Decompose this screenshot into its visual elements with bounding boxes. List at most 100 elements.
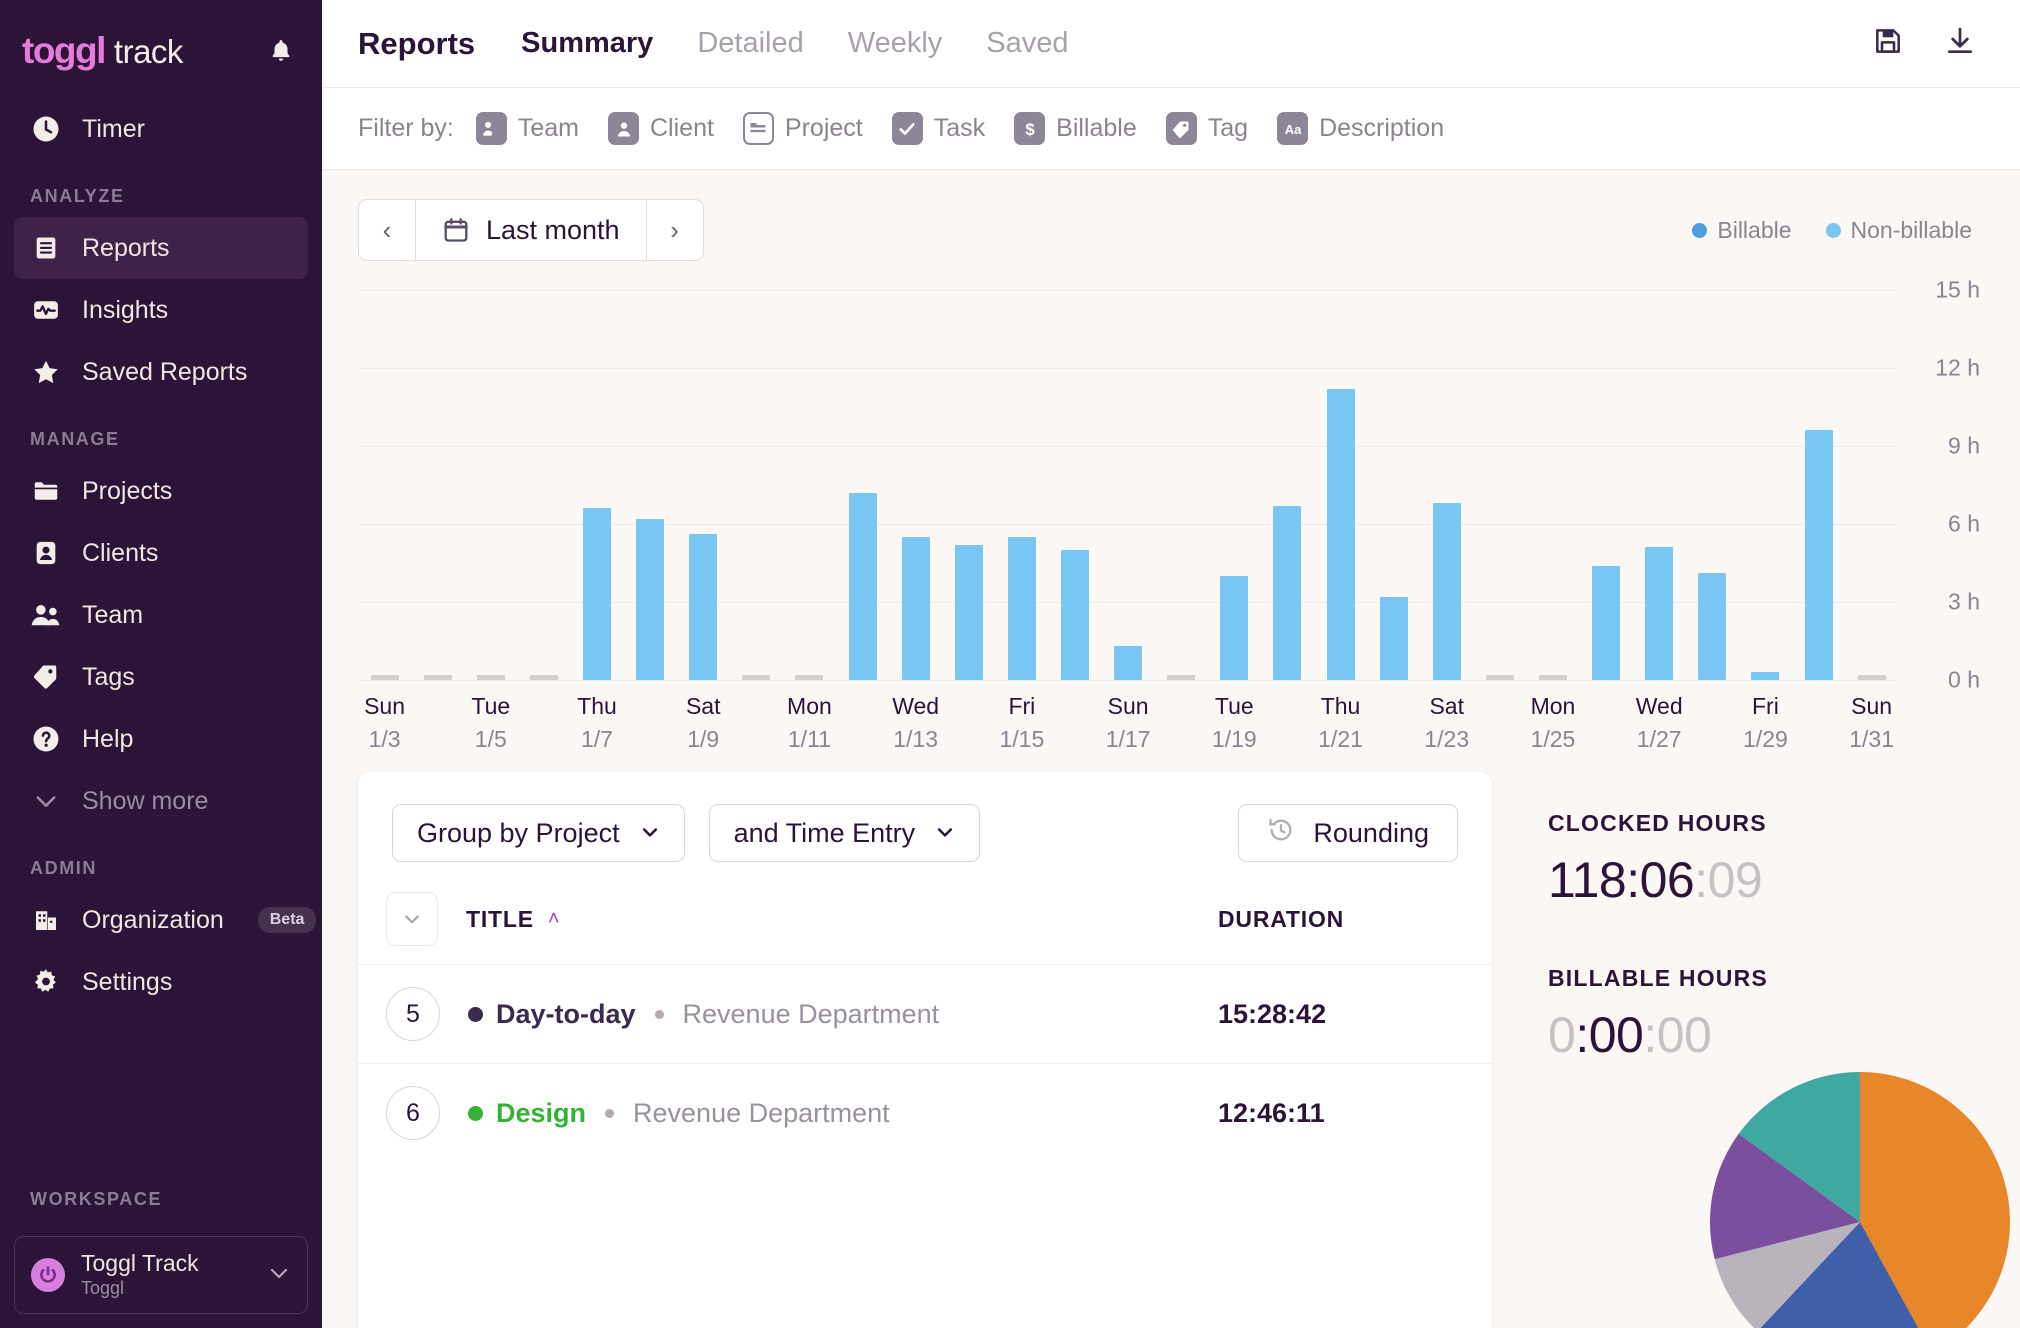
sidebar-item-organization[interactable]: Organization Beta bbox=[14, 889, 317, 951]
filter-description[interactable]: Aa Description bbox=[1277, 112, 1444, 145]
chart-bar[interactable] bbox=[582, 508, 611, 680]
x-tick-day bbox=[1473, 690, 1526, 723]
tab-weekly[interactable]: Weekly bbox=[848, 27, 943, 60]
x-tick-date: 1/19 bbox=[1211, 726, 1257, 753]
table-row[interactable]: 6 Design Revenue Department 12:46:11 bbox=[358, 1063, 1492, 1162]
legend-item-non-billable[interactable]: Non-billable bbox=[1825, 217, 1972, 244]
sidebar-item-settings[interactable]: Settings bbox=[14, 951, 308, 1013]
filter-bar: Filter by: Team Client Project Task $ Bi… bbox=[322, 88, 2020, 170]
chevron-down-icon bbox=[935, 818, 955, 849]
x-tick-day: Mon bbox=[787, 693, 832, 719]
filter-billable[interactable]: $ Billable bbox=[1014, 112, 1137, 145]
x-tick-date bbox=[1048, 723, 1101, 755]
workspace-switcher[interactable]: Toggl Track Toggl bbox=[14, 1236, 308, 1314]
x-tick bbox=[1473, 690, 1526, 756]
x-tick bbox=[411, 690, 464, 756]
sidebar-item-help[interactable]: Help bbox=[14, 708, 308, 770]
x-tick-date: 1/23 bbox=[1424, 726, 1470, 753]
bar-slot bbox=[570, 290, 623, 680]
tab-summary[interactable]: Summary bbox=[521, 27, 653, 60]
project-color-dot bbox=[468, 1006, 483, 1022]
filter-tag[interactable]: Tag bbox=[1165, 112, 1248, 145]
chart-bar[interactable] bbox=[1114, 646, 1143, 680]
sidebar-item-saved-reports[interactable]: Saved Reports bbox=[14, 341, 308, 403]
x-tick: Sun 1/31 bbox=[1845, 690, 1898, 756]
legend-label-billable: Billable bbox=[1717, 216, 1792, 243]
chart-bar[interactable] bbox=[1645, 547, 1674, 680]
x-tick: Mon 1/25 bbox=[1526, 690, 1579, 756]
next-period-button[interactable]: › bbox=[647, 200, 703, 260]
subgroup-by-select[interactable]: and Time Entry bbox=[708, 804, 981, 862]
bell-icon[interactable] bbox=[266, 35, 296, 67]
legend-item-billable[interactable]: Billable bbox=[1692, 216, 1792, 244]
sidebar-item-label: Projects bbox=[82, 476, 173, 505]
row-title-cell: Design Revenue Department bbox=[468, 1098, 890, 1129]
tab-detailed[interactable]: Detailed bbox=[697, 27, 803, 60]
sidebar-item-show-more[interactable]: Show more bbox=[14, 770, 308, 832]
chart-bar[interactable] bbox=[1007, 537, 1036, 680]
x-tick: Fri 1/15 bbox=[995, 690, 1048, 756]
app-root: toggl track Timer ANALYZE Reports Insigh… bbox=[0, 0, 2020, 1328]
chart-bar[interactable] bbox=[1592, 565, 1621, 680]
x-tick-day bbox=[624, 690, 677, 723]
sidebar-item-insights[interactable]: Insights bbox=[14, 279, 308, 341]
x-tick-date bbox=[730, 723, 783, 755]
x-tick bbox=[730, 690, 783, 756]
chart-bar[interactable] bbox=[1751, 672, 1780, 680]
chart-bar[interactable] bbox=[901, 537, 930, 680]
download-icon[interactable] bbox=[1944, 25, 1976, 62]
filter-project[interactable]: Project bbox=[742, 112, 863, 145]
x-tick: Tue 1/19 bbox=[1208, 690, 1261, 756]
sort-ascending-icon[interactable]: ˄ bbox=[548, 908, 560, 931]
subgroup-by-label: and Time Entry bbox=[733, 817, 916, 848]
chart-bar[interactable] bbox=[1379, 596, 1408, 680]
chart-bar[interactable] bbox=[1273, 505, 1302, 680]
sidebar-item-reports[interactable]: Reports bbox=[14, 217, 308, 279]
chart-bar[interactable] bbox=[1220, 576, 1249, 680]
chart-bar[interactable] bbox=[1326, 388, 1355, 680]
tag-icon bbox=[30, 662, 62, 692]
chart-bar[interactable] bbox=[1804, 430, 1833, 680]
logo-toggl-text: toggl bbox=[22, 30, 106, 71]
table-row[interactable]: 5 Day-to-day Revenue Department 15:28:42 bbox=[358, 964, 1492, 1063]
group-by-select[interactable]: Group by Project bbox=[392, 804, 685, 862]
y-tick-label: 3 h bbox=[1948, 588, 1980, 615]
chart-bar[interactable] bbox=[954, 544, 983, 680]
filter-task[interactable]: Task bbox=[891, 112, 985, 145]
filter-by-label: Filter by: bbox=[358, 114, 454, 142]
bar-slot bbox=[464, 290, 517, 680]
save-report-icon[interactable] bbox=[1872, 25, 1904, 62]
sidebar-item-tags[interactable]: Tags bbox=[14, 646, 308, 708]
column-header-title[interactable]: TITLE bbox=[466, 906, 534, 933]
chart-bar[interactable] bbox=[1698, 573, 1727, 680]
client-filter-icon bbox=[608, 112, 639, 145]
prev-period-button[interactable]: ‹ bbox=[359, 200, 415, 260]
date-range-select[interactable]: Last month bbox=[415, 200, 647, 260]
insights-icon bbox=[30, 295, 62, 325]
chart-bar[interactable] bbox=[848, 492, 877, 680]
column-header-duration[interactable]: DURATION bbox=[1218, 906, 1458, 933]
chart-bar[interactable] bbox=[1060, 550, 1089, 680]
filter-client[interactable]: Client bbox=[608, 112, 714, 145]
sidebar-item-projects[interactable]: Projects bbox=[14, 460, 308, 522]
toggl-track-logo[interactable]: toggl track bbox=[22, 30, 183, 72]
tab-saved[interactable]: Saved bbox=[986, 27, 1068, 60]
x-tick: Sun 1/3 bbox=[358, 690, 411, 756]
bar-slot bbox=[995, 290, 1048, 680]
x-tick-day bbox=[1048, 690, 1101, 723]
chart-bar[interactable] bbox=[689, 534, 718, 680]
rounding-button[interactable]: Rounding bbox=[1238, 804, 1458, 862]
sidebar-item-clients[interactable]: Clients bbox=[14, 522, 308, 584]
sidebar-item-team[interactable]: Team bbox=[14, 584, 308, 646]
sidebar-item-timer[interactable]: Timer bbox=[14, 98, 308, 160]
filter-team[interactable]: Team bbox=[475, 112, 579, 145]
clocked-hours-seconds: :09 bbox=[1694, 852, 1763, 908]
sidebar: toggl track Timer ANALYZE Reports Insigh… bbox=[0, 0, 322, 1328]
project-filter-icon bbox=[742, 112, 774, 145]
chart-bar[interactable] bbox=[1432, 503, 1461, 680]
bar-slot bbox=[1473, 290, 1526, 680]
x-tick: Wed 1/27 bbox=[1633, 690, 1686, 756]
x-tick-day bbox=[1155, 690, 1208, 723]
collapse-all-button[interactable] bbox=[386, 892, 438, 946]
chart-bar[interactable] bbox=[636, 518, 665, 680]
